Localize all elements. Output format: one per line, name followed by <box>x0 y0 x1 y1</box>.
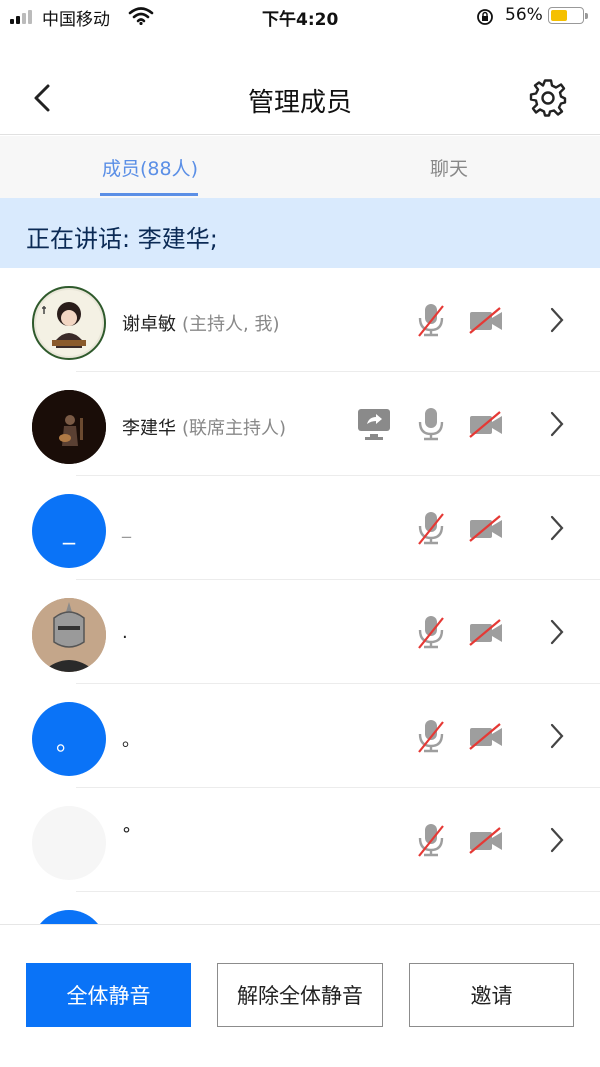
member-row[interactable]: _ _ <box>0 476 600 580</box>
speaking-banner: 正在讲话: 李建华; <box>0 198 600 268</box>
member-row[interactable]: 李建华 (联席主持人) <box>0 372 600 476</box>
member-avatar <box>32 598 106 672</box>
tab-members[interactable]: 成员(88人) <box>102 154 198 181</box>
camera-off-icon[interactable] <box>468 722 504 752</box>
knight-helmet-avatar-image <box>32 598 106 672</box>
mic-muted-icon[interactable] <box>415 718 447 754</box>
avatar-initial: 。 <box>56 727 80 756</box>
member-name: _ <box>122 518 131 539</box>
member-name: 谢卓敏 (主持人, 我) <box>122 314 280 335</box>
member-avatar <box>32 286 106 360</box>
invite-button[interactable]: 邀请 <box>409 963 574 1027</box>
chevron-right-icon[interactable] <box>548 826 566 854</box>
member-avatar: _ <box>32 494 106 568</box>
rotation-lock-icon <box>477 9 493 25</box>
clock: 下午4:20 <box>262 10 339 30</box>
tab-bar: 成员(88人) 聊天 <box>0 136 600 198</box>
camera-off-icon[interactable] <box>468 514 504 544</box>
member-name: 。 <box>122 730 140 751</box>
signal-icon <box>10 8 32 24</box>
chevron-right-icon[interactable] <box>548 618 566 646</box>
carrier-label: 中国移动 <box>42 10 110 30</box>
camera-off-icon[interactable] <box>468 306 504 336</box>
unmute-all-button[interactable]: 解除全体静音 <box>217 963 383 1027</box>
chevron-right-icon[interactable] <box>548 722 566 750</box>
page-title: 管理成员 <box>247 88 352 118</box>
member-name: . <box>122 622 128 643</box>
mic-muted-icon[interactable] <box>415 614 447 650</box>
screen-share-icon[interactable] <box>357 408 391 442</box>
tab-chat[interactable]: 聊天 <box>430 154 468 181</box>
member-row[interactable]: ° <box>0 788 600 892</box>
mic-muted-icon[interactable] <box>415 510 447 546</box>
battery-icon <box>548 7 588 24</box>
active-tab-indicator <box>100 193 198 196</box>
member-avatar <box>32 390 106 464</box>
gear-icon[interactable] <box>528 78 568 118</box>
avatar-initial: _ <box>63 517 75 545</box>
chevron-right-icon[interactable] <box>548 514 566 542</box>
member-avatar <box>32 910 106 924</box>
member-row[interactable]: 。 。 <box>0 684 600 788</box>
member-avatar: 。 <box>32 702 106 776</box>
camera-off-icon[interactable] <box>468 826 504 856</box>
member-row[interactable] <box>0 892 600 924</box>
nav-bar: 管理成员 <box>0 60 600 135</box>
battery-percent: 56% <box>505 5 543 25</box>
status-bar: 中国移动 下午4:20 56% <box>0 0 600 34</box>
speaking-text: 正在讲话: 李建华; <box>26 225 218 253</box>
member-name: ° <box>122 824 131 845</box>
member-avatar <box>32 806 106 880</box>
guitar-performer-avatar-image <box>32 390 106 464</box>
member-row[interactable]: . <box>0 580 600 684</box>
mic-icon[interactable] <box>415 406 447 442</box>
chevron-right-icon[interactable] <box>548 410 566 438</box>
mute-all-button[interactable]: 全体静音 <box>26 963 191 1027</box>
chevron-right-icon[interactable] <box>548 306 566 334</box>
camera-off-icon[interactable] <box>468 618 504 648</box>
mic-muted-icon[interactable] <box>415 822 447 858</box>
camera-off-icon[interactable] <box>468 410 504 440</box>
member-name: 李建华 (联席主持人) <box>122 418 287 439</box>
bottom-action-bar: 全体静音 解除全体静音 邀请 <box>0 924 600 1067</box>
member-row[interactable]: 谢卓敏 (主持人, 我) <box>0 268 600 372</box>
wifi-icon <box>128 7 154 25</box>
member-list[interactable]: 谢卓敏 (主持人, 我) 李建华 (联席主持人) _ _ . 。 。 ° <box>0 268 600 924</box>
mic-muted-icon[interactable] <box>415 302 447 338</box>
anime-character-avatar-image <box>36 290 102 356</box>
